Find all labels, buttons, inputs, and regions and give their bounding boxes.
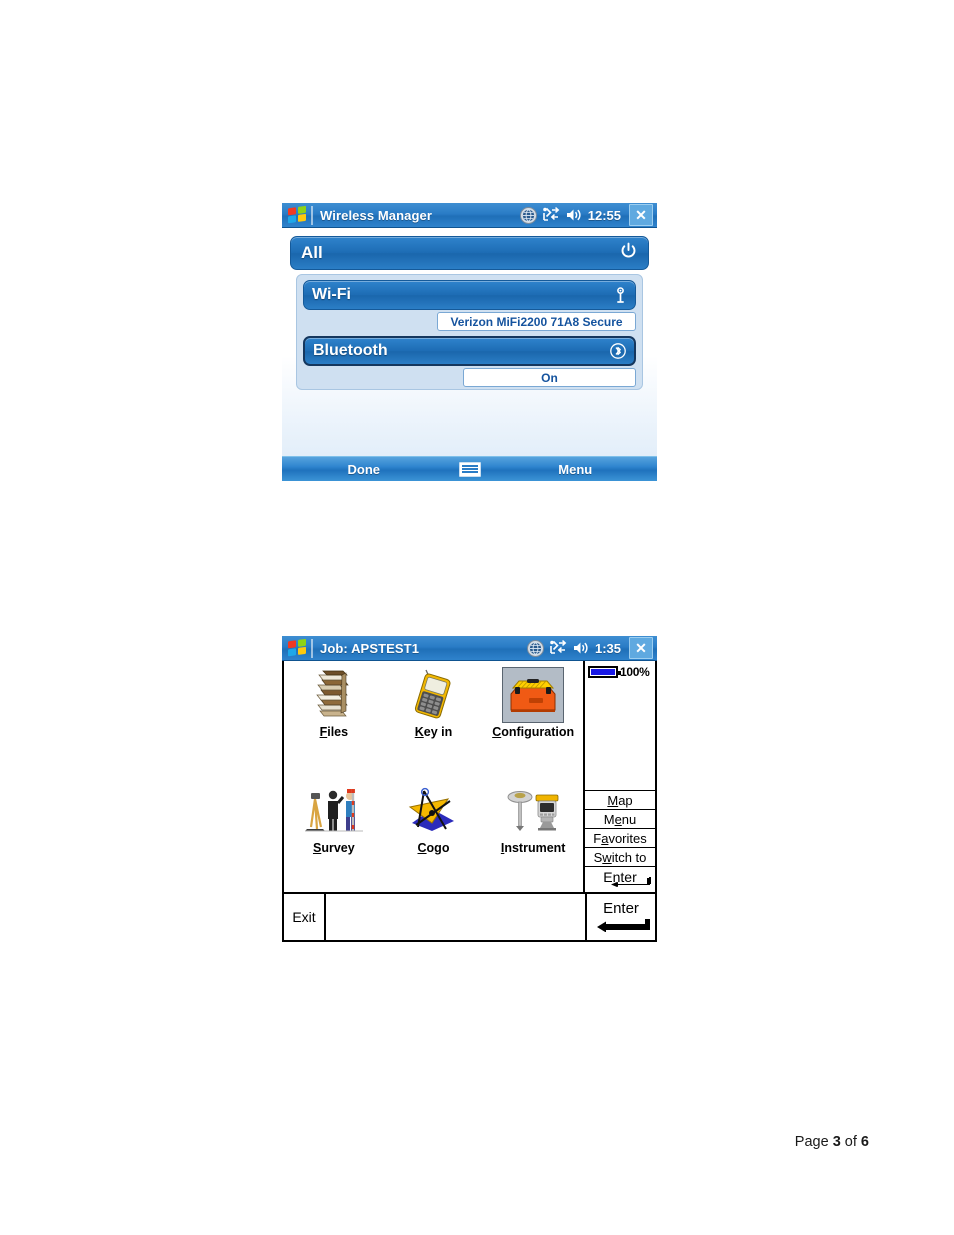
all-radios-row[interactable]: All bbox=[290, 236, 649, 270]
speaker-icon[interactable] bbox=[566, 208, 582, 222]
clock: 12:55 bbox=[587, 207, 621, 223]
sidebar-item-map[interactable]: Map bbox=[585, 790, 655, 809]
windows-flag-icon bbox=[287, 205, 307, 225]
close-icon[interactable]: ✕ bbox=[629, 204, 653, 226]
keyboard-icon[interactable] bbox=[446, 461, 494, 477]
wireless-manager-body: All Wi-Fi Verizon MiFi2200 71A8 Secure B… bbox=[282, 228, 657, 456]
enter-button[interactable]: Enter bbox=[585, 894, 655, 940]
soft-key-bar: Done Menu bbox=[282, 456, 657, 481]
wifi-antenna-icon bbox=[614, 286, 627, 304]
close-icon[interactable]: ✕ bbox=[629, 637, 653, 659]
cogo-geometry-icon bbox=[402, 783, 464, 839]
titlebar-divider bbox=[311, 638, 313, 658]
clock: 1:35 bbox=[594, 640, 621, 656]
titlebar-divider bbox=[311, 205, 313, 225]
main-icon-grid: Files Key in Configuration Survey Cogo I… bbox=[284, 661, 585, 893]
speaker-icon[interactable] bbox=[573, 641, 589, 655]
sidebar-item-menu[interactable]: Menu bbox=[585, 809, 655, 828]
return-arrow-icon bbox=[611, 874, 651, 890]
tile-instrument[interactable]: Instrument bbox=[483, 777, 583, 893]
app-sidebar: 100% Map Menu Favorites Switch to Enter bbox=[585, 661, 655, 893]
survey-crew-icon bbox=[303, 783, 365, 839]
done-button[interactable]: Done bbox=[282, 462, 446, 477]
battery-percent: 100% bbox=[620, 665, 650, 679]
tile-configuration[interactable]: Configuration bbox=[483, 661, 583, 777]
total-station-icon bbox=[502, 783, 564, 839]
tile-label-cogo: Cogo bbox=[417, 840, 450, 855]
sidebar-item-favorites[interactable]: Favorites bbox=[585, 828, 655, 847]
bluetooth-label: Bluetooth bbox=[313, 342, 388, 359]
wifi-network-status[interactable]: Verizon MiFi2200 71A8 Secure bbox=[437, 312, 636, 331]
sidebar-item-switch-to[interactable]: Switch to bbox=[585, 847, 655, 866]
battery-full-icon bbox=[588, 666, 621, 678]
toolbox-icon bbox=[502, 667, 565, 723]
bluetooth-row[interactable]: Bluetooth bbox=[303, 336, 636, 366]
page-footer: Page 3 of 6 bbox=[0, 1134, 954, 1150]
tile-label-key-in: Key in bbox=[414, 725, 453, 739]
bluetooth-icon bbox=[610, 343, 626, 359]
tile-label-survey: Survey bbox=[312, 840, 355, 855]
page-footer-total: 6 bbox=[860, 1134, 869, 1150]
return-arrow-icon bbox=[597, 918, 651, 936]
tile-files[interactable]: Files bbox=[284, 661, 384, 777]
page-footer-current: 3 bbox=[832, 1134, 841, 1150]
connectivity-icon[interactable] bbox=[542, 207, 561, 223]
app-footer-bar: Exit Enter bbox=[282, 893, 657, 942]
page-footer-middle: of bbox=[840, 1134, 861, 1150]
wireless-manager-screenshot: Wireless Manager 12:55 ✕ All Wi-Fi Veriz… bbox=[282, 203, 657, 481]
wifi-row[interactable]: Wi-Fi bbox=[303, 280, 636, 310]
globe-connection-icon[interactable] bbox=[526, 639, 544, 657]
windows-flag-icon bbox=[287, 638, 307, 658]
tile-cogo[interactable]: Cogo bbox=[384, 777, 484, 893]
start-button[interactable] bbox=[285, 638, 309, 659]
sidebar-enter-button[interactable]: Enter bbox=[585, 866, 655, 892]
bluetooth-status[interactable]: On bbox=[463, 368, 636, 387]
menu-button[interactable]: Menu bbox=[494, 462, 658, 477]
tile-label-instrument: Instrument bbox=[500, 840, 566, 855]
tile-label-configuration: Configuration bbox=[492, 725, 575, 739]
enter-label: Enter bbox=[603, 900, 639, 917]
exit-button[interactable]: Exit bbox=[284, 894, 326, 940]
globe-connection-icon[interactable] bbox=[519, 206, 537, 224]
tile-survey[interactable]: Survey bbox=[284, 777, 384, 893]
page-footer-prefix: Page bbox=[794, 1134, 833, 1150]
power-icon[interactable] bbox=[620, 242, 637, 264]
wifi-label: Wi-Fi bbox=[312, 286, 351, 303]
footer-spacer bbox=[326, 894, 585, 940]
job-title: Job: APSTEST1 bbox=[320, 640, 420, 656]
all-radios-label: All bbox=[301, 243, 323, 262]
exit-label: Exit bbox=[292, 909, 316, 925]
radios-group: Wi-Fi Verizon MiFi2200 71A8 Secure Bluet… bbox=[296, 274, 643, 390]
start-button[interactable] bbox=[285, 205, 309, 226]
stack-of-files-icon bbox=[303, 667, 365, 723]
survey-app-screenshot: Job: APSTEST1 1:35 ✕ Files Key in Config… bbox=[282, 636, 657, 942]
wireless-manager-titlebar: Wireless Manager 12:55 ✕ bbox=[282, 203, 657, 228]
survey-app-titlebar: Job: APSTEST1 1:35 ✕ bbox=[282, 636, 657, 661]
system-tray: 1:35 ✕ bbox=[526, 637, 657, 659]
connectivity-icon[interactable] bbox=[549, 640, 568, 656]
battery-indicator: 100% bbox=[585, 661, 655, 679]
survey-app-body: Files Key in Configuration Survey Cogo I… bbox=[282, 661, 657, 893]
data-collector-icon bbox=[402, 667, 464, 723]
window-title: Wireless Manager bbox=[320, 207, 433, 223]
tile-label-files: Files bbox=[319, 725, 349, 739]
system-tray: 12:55 ✕ bbox=[519, 204, 657, 226]
tile-key-in[interactable]: Key in bbox=[384, 661, 484, 777]
